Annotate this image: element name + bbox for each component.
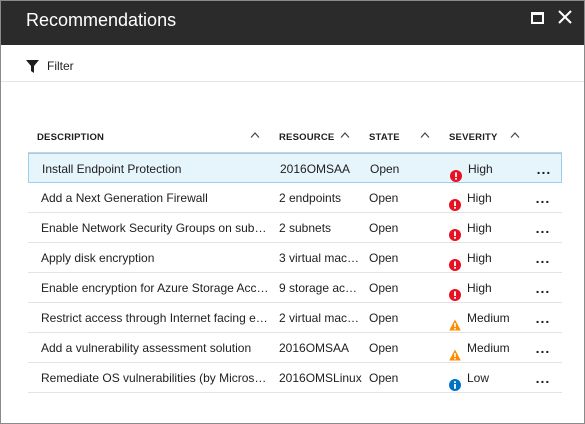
cell-resource: 2016OMSAA	[280, 162, 351, 176]
row-more-actions-button[interactable]: ...	[534, 154, 554, 184]
severity-label: High	[467, 281, 492, 295]
cell-state: Open	[370, 162, 400, 176]
table-row[interactable]: Enable encryption for Azure Storage Acco…	[28, 273, 562, 303]
funnel-icon	[26, 59, 39, 73]
filter-button[interactable]: Filter	[26, 58, 74, 74]
cell-severity: Low	[449, 363, 539, 393]
row-more-actions-button[interactable]: ...	[533, 243, 553, 273]
cell-resource: 9 storage accounts	[279, 281, 363, 295]
title-bar: Recommendations	[1, 1, 584, 45]
table-row[interactable]: Restrict access through Internet facing …	[28, 303, 562, 333]
recommendations-blade: Recommendations Filter DESCRIPTION RESOU…	[0, 0, 585, 424]
sort-ascending-icon[interactable]	[510, 132, 520, 138]
row-more-actions-button[interactable]: ...	[533, 213, 553, 243]
high-severity-icon	[449, 222, 461, 241]
blade-title: Recommendations	[26, 10, 177, 30]
high-severity-icon	[449, 252, 461, 271]
severity-label: Low	[467, 371, 490, 385]
close-icon[interactable]	[556, 8, 574, 26]
row-more-actions-button[interactable]: ...	[533, 333, 553, 363]
column-header-severity[interactable]: SEVERITY	[449, 123, 498, 153]
cell-state: Open	[369, 371, 399, 385]
medium-severity-icon	[449, 342, 461, 361]
cell-severity: Medium	[449, 333, 539, 363]
high-severity-icon	[450, 163, 462, 182]
severity-label: High	[467, 191, 492, 205]
row-more-actions-button[interactable]: ...	[533, 183, 553, 213]
cell-description: Add a Next Generation Firewall	[41, 191, 208, 205]
table-row[interactable]: Apply disk encryption 3 virtual machines…	[28, 243, 562, 273]
table-row[interactable]: Add a Next Generation Firewall 2 endpoin…	[28, 183, 562, 213]
row-more-actions-button[interactable]: ...	[533, 273, 553, 303]
row-more-actions-button[interactable]: ...	[533, 363, 553, 393]
sort-ascending-icon[interactable]	[340, 132, 350, 138]
cell-state: Open	[369, 221, 399, 235]
cell-state: Open	[369, 341, 399, 355]
grid-header: DESCRIPTION RESOURCE STATE SEVERITY	[28, 123, 562, 153]
sort-ascending-icon[interactable]	[420, 132, 430, 138]
cell-description: Enable Network Security Groups on subnet…	[41, 221, 271, 235]
cell-description: Remediate OS vulnerabilities (by Microso…	[41, 371, 271, 385]
row-more-actions-button[interactable]: ...	[533, 303, 553, 333]
filter-label: Filter	[47, 59, 74, 73]
cell-description: Add a vulnerability assessment solution	[41, 341, 252, 355]
column-header-resource[interactable]: RESOURCE	[279, 123, 334, 153]
command-bar: Filter	[1, 45, 584, 82]
cell-resource: 2 subnets	[279, 221, 332, 235]
severity-label: Medium	[467, 341, 510, 355]
cell-description: Install Endpoint Protection	[42, 162, 182, 176]
medium-severity-icon	[449, 312, 461, 331]
cell-state: Open	[369, 311, 399, 325]
low-severity-icon	[449, 372, 461, 391]
cell-resource: 2016OMSAA	[279, 341, 350, 355]
recommendations-grid: DESCRIPTION RESOURCE STATE SEVERITY Inst…	[28, 123, 562, 393]
cell-state: Open	[369, 251, 399, 265]
sort-ascending-icon[interactable]	[250, 132, 260, 138]
cell-resource: 2 endpoints	[279, 191, 342, 205]
cell-description: Restrict access through Internet facing …	[41, 311, 271, 325]
severity-label: Medium	[467, 311, 510, 325]
severity-label: High	[467, 251, 492, 265]
high-severity-icon	[449, 282, 461, 301]
table-row[interactable]: Enable Network Security Groups on subnet…	[28, 213, 562, 243]
cell-description: Apply disk encryption	[41, 251, 155, 265]
cell-severity: High	[449, 243, 539, 273]
maximize-icon[interactable]	[531, 12, 544, 24]
cell-severity: Medium	[449, 303, 539, 333]
severity-label: High	[468, 162, 493, 176]
cell-resource: 2016OMSLinux	[279, 371, 362, 385]
column-header-state[interactable]: STATE	[369, 123, 400, 153]
table-row[interactable]: Add a vulnerability assessment solution …	[28, 333, 562, 363]
cell-resource: 3 virtual machines	[279, 251, 363, 265]
cell-description: Enable encryption for Azure Storage Acco…	[41, 281, 271, 295]
cell-state: Open	[369, 281, 399, 295]
table-row[interactable]: Remediate OS vulnerabilities (by Microso…	[28, 363, 562, 393]
severity-label: High	[467, 221, 492, 235]
cell-state: Open	[369, 191, 399, 205]
cell-severity: High	[450, 154, 540, 184]
column-header-description[interactable]: DESCRIPTION	[37, 123, 104, 153]
table-row[interactable]: Install Endpoint Protection 2016OMSAA Op…	[28, 153, 562, 183]
grid-body: Install Endpoint Protection 2016OMSAA Op…	[28, 153, 562, 393]
cell-severity: High	[449, 273, 539, 303]
cell-resource: 2 virtual machines	[279, 311, 363, 325]
cell-severity: High	[449, 213, 539, 243]
cell-severity: High	[449, 183, 539, 213]
high-severity-icon	[449, 192, 461, 211]
